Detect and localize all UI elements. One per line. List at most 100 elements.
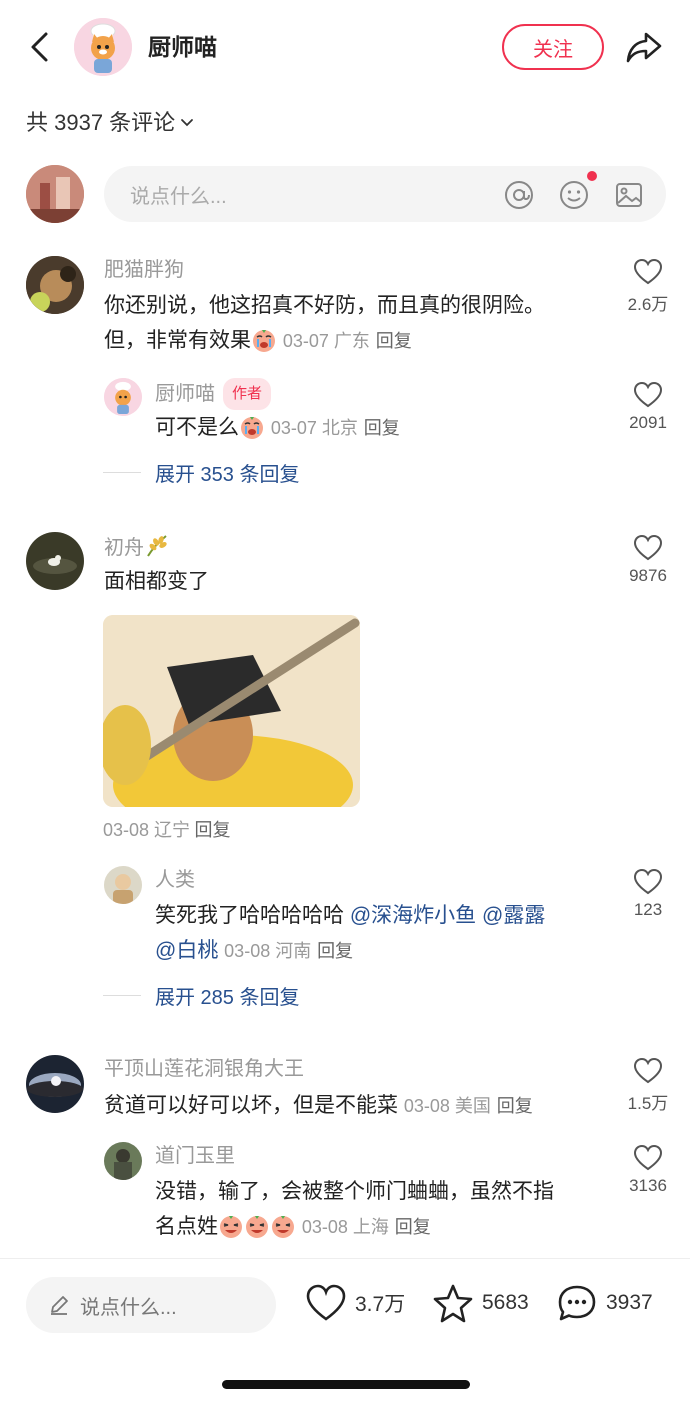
chevron-down-icon xyxy=(181,119,194,127)
like-button[interactable]: 9876 xyxy=(608,534,688,586)
commenter-name[interactable]: 人类 xyxy=(155,866,195,894)
comment-meta: 03-08 美国 xyxy=(403,1096,491,1116)
heart-icon xyxy=(633,534,663,561)
comment-text: 面相都变了 xyxy=(104,570,209,593)
heart-icon xyxy=(633,1144,663,1171)
mention-link[interactable]: @深海炸小鱼 xyxy=(350,904,476,927)
commenter-name[interactable]: 道门玉里 xyxy=(155,1142,235,1170)
emoji-icon[interactable] xyxy=(558,179,590,211)
like-count: 2.6万 xyxy=(627,295,669,314)
chef-cat-icon xyxy=(74,18,132,76)
comment-input[interactable]: 说点什么... xyxy=(104,166,666,222)
heart-icon xyxy=(633,868,663,895)
comment-image[interactable] xyxy=(103,615,360,807)
author-badge: 作者 xyxy=(223,378,272,410)
reply-author-line: 厨师喵 作者 xyxy=(155,378,272,410)
divider xyxy=(103,995,141,996)
commenter-name-line: 初舟 xyxy=(104,532,170,562)
like-button[interactable]: 123 xyxy=(608,868,688,920)
image-icon[interactable] xyxy=(613,179,645,211)
bottom-input-placeholder: 说点什么... xyxy=(80,1296,177,1319)
favorite-button[interactable]: 5683 xyxy=(432,1283,529,1323)
back-button[interactable] xyxy=(24,28,58,66)
reply-text: 笑死我了哈哈哈哈哈 @深海炸小鱼 @露露 xyxy=(155,904,546,927)
post-like-count: 3.7万 xyxy=(355,1293,406,1316)
commenter-name[interactable]: 平顶山莲花洞银角大王 xyxy=(104,1055,304,1083)
heart-icon xyxy=(306,1284,346,1321)
share-button[interactable] xyxy=(624,28,664,66)
reply-text: 可不是么 03-07 北京 回复 xyxy=(155,416,400,439)
mention-link[interactable]: @露露 xyxy=(482,904,545,927)
avatar[interactable] xyxy=(26,256,84,314)
pencil-icon xyxy=(51,1296,68,1315)
at-mention-icon[interactable] xyxy=(503,179,535,211)
expand-replies-button[interactable]: 展开 285 条回复 xyxy=(103,981,299,1010)
comment-meta: 03-07 广东 xyxy=(282,331,370,351)
notification-dot xyxy=(587,171,597,181)
my-avatar xyxy=(26,165,84,223)
reply-text-line2: @白桃 03-08 河南 回复 xyxy=(155,933,353,969)
commenter-name[interactable]: 初舟 xyxy=(104,537,144,559)
chevron-left-icon xyxy=(31,32,48,62)
comment-meta-line: 03-08 辽宁 回复 xyxy=(103,816,231,842)
comment-text: 贫道可以好可以坏，但是不能菜 03-08 美国 回复 xyxy=(104,1094,533,1117)
home-indicator xyxy=(222,1380,470,1389)
comments-count-toggle[interactable]: 共 3937 条评论 xyxy=(26,108,195,138)
comment-meta: 03-08 河南 xyxy=(224,941,312,961)
comment-meta: 03-07 北京 xyxy=(270,418,358,438)
like-count: 2091 xyxy=(629,413,667,432)
comment-text: 你还别说，他这招真不好防，而且真的很阴险。 xyxy=(104,294,545,317)
author-avatar[interactable] xyxy=(74,18,132,76)
author-name[interactable]: 厨师喵 xyxy=(148,32,217,62)
comment-input-placeholder: 说点什么... xyxy=(130,186,227,208)
comment-text-line2: 但，非常有效果 03-07 广东 回复 xyxy=(104,329,412,352)
comment-meta: 03-08 辽宁 xyxy=(103,820,191,840)
like-count: 9876 xyxy=(629,566,667,585)
like-button[interactable]: 2091 xyxy=(608,381,688,433)
like-count: 1.5万 xyxy=(627,1094,669,1113)
expand-replies-button[interactable]: 展开 353 条回复 xyxy=(103,458,299,487)
commenter-name[interactable]: 厨师喵 xyxy=(155,383,215,405)
bottom-comment-input[interactable]: 说点什么... xyxy=(26,1277,276,1333)
reply-button[interactable]: 回复 xyxy=(195,820,231,840)
favorite-count: 5683 xyxy=(482,1291,529,1314)
comment-count: 3937 xyxy=(606,1291,653,1314)
heart-icon xyxy=(633,381,663,408)
avatar[interactable] xyxy=(26,532,84,590)
crying-emoji-icon xyxy=(253,330,275,352)
like-count: 3136 xyxy=(629,1176,667,1195)
comment-button[interactable]: 3937 xyxy=(556,1283,653,1323)
laughing-crying-emoji-icon xyxy=(246,1216,268,1238)
rice-ear-icon xyxy=(147,535,167,557)
avatar[interactable] xyxy=(104,1142,142,1180)
avatar[interactable] xyxy=(104,378,142,416)
star-icon xyxy=(433,1284,473,1323)
post-like-button[interactable]: 3.7万 xyxy=(305,1283,405,1323)
mention-link[interactable]: @白桃 xyxy=(155,939,218,962)
commenter-name[interactable]: 肥猫胖狗 xyxy=(104,256,184,284)
comment-meta: 03-08 上海 xyxy=(301,1217,389,1237)
like-button[interactable]: 2.6万 xyxy=(608,258,688,315)
divider xyxy=(103,472,141,473)
crying-emoji-icon xyxy=(241,417,263,439)
like-button[interactable]: 3136 xyxy=(608,1144,688,1196)
heart-icon xyxy=(633,258,663,285)
reply-text: 没错，输了，会被整个师门蛐蛐，虽然不指 xyxy=(155,1180,554,1203)
reply-button[interactable]: 回复 xyxy=(364,418,400,438)
laughing-crying-emoji-icon xyxy=(220,1216,242,1238)
chef-cat-icon xyxy=(104,378,142,416)
divider xyxy=(0,1258,690,1259)
follow-button[interactable]: 关注 xyxy=(502,24,604,70)
avatar[interactable] xyxy=(104,866,142,904)
reply-button[interactable]: 回复 xyxy=(376,331,412,351)
comment-bubble-icon xyxy=(558,1285,596,1321)
like-button[interactable]: 1.5万 xyxy=(608,1057,688,1114)
reply-text-line2: 名点姓 03-08 上海 回复 xyxy=(155,1215,431,1238)
reply-button[interactable]: 回复 xyxy=(395,1217,431,1237)
avatar[interactable] xyxy=(26,1055,84,1113)
laughing-crying-emoji-icon xyxy=(272,1216,294,1238)
heart-icon xyxy=(633,1057,663,1084)
reply-button[interactable]: 回复 xyxy=(497,1096,533,1116)
reply-button[interactable]: 回复 xyxy=(317,941,353,961)
like-count: 123 xyxy=(633,900,663,919)
